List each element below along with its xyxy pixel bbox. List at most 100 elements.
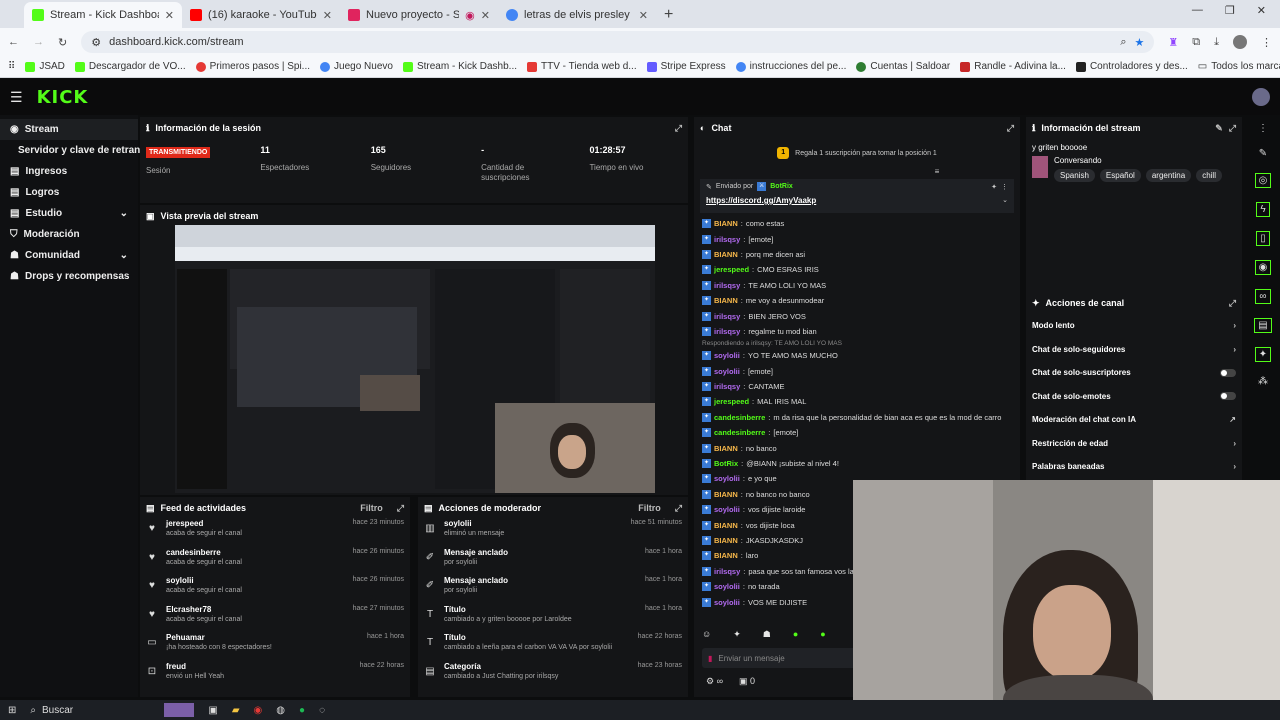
popout-icon[interactable]: ⤢ (1007, 123, 1014, 134)
sidebar-item-comunidad[interactable]: ☗ Comunidad ⌄ (0, 245, 138, 266)
activity-name[interactable]: Categoría (444, 662, 558, 671)
pinned-link[interactable]: https://discord.gg/AmyVaakp (706, 196, 816, 205)
activity-name[interactable]: Título (444, 605, 572, 614)
extension-icon[interactable]: ♜ (1168, 36, 1178, 49)
bookmark[interactable]: JSAD (25, 61, 65, 72)
close-tab-icon[interactable]: ✕ (323, 9, 332, 22)
all-bookmarks[interactable]: ▭Todos los marcadores (1198, 61, 1280, 72)
sidebar-item-logros[interactable]: ▤ Logros (0, 182, 138, 203)
chat-message[interactable]: ✦ BIANN: como estas (702, 216, 1012, 231)
chat-username[interactable]: soylolii (714, 598, 740, 607)
widget-icon[interactable] (164, 703, 195, 717)
activity-item[interactable]: T Título cambiado a leeña para el carbon… (418, 633, 688, 662)
subscribers-only-row[interactable]: Chat de solo-suscriptores (1026, 361, 1242, 385)
chat-username[interactable]: irilsqsy (714, 567, 740, 576)
sub-gift-prompt[interactable]: 1 Regala 1 suscripción para tomar la pos… (694, 139, 1020, 167)
chat-username[interactable]: BIANN (714, 250, 738, 259)
chat-username[interactable]: BIANN (714, 521, 738, 530)
activity-item[interactable]: ✐ Mensaje anclado por soylolii hace 1 ho… (418, 548, 688, 577)
activity-name[interactable]: Mensaje anclado (444, 576, 508, 585)
url-field[interactable]: ⚙ dashboard.kick.com/stream ⌕ ★ (81, 31, 1155, 53)
browser-tab[interactable]: (16) karaoke - YouTube ✕ (182, 2, 340, 28)
emotes-only-toggle[interactable] (1220, 392, 1236, 401)
chat-message[interactable]: ✦ soylolii: [emote] (702, 364, 1012, 379)
banned-words-row[interactable]: Palabras baneadas › (1026, 455, 1242, 479)
chat-message[interactable]: ✦ jerespeed: MAL IRIS MAL (702, 394, 1012, 409)
activity-item[interactable]: ♥ jerespeed acaba de seguir el canal hac… (140, 519, 410, 548)
forward-icon[interactable]: → (33, 36, 44, 48)
new-tab-button[interactable]: + (656, 6, 681, 28)
sidebar-item-ingresos[interactable]: ▤ Ingresos (0, 161, 138, 182)
bookmark[interactable]: Controladores y des... (1075, 61, 1188, 72)
expand-icon[interactable]: ⤢ (1229, 298, 1236, 309)
app-icon[interactable]: ◌ (319, 705, 325, 716)
chat-bubble-icon[interactable]: ◉ (1254, 260, 1272, 275)
expand-icon[interactable]: ⤢ (675, 503, 682, 514)
chat-username[interactable]: BIANN (714, 536, 738, 545)
stream-preview-video[interactable] (175, 225, 655, 493)
close-tab-icon[interactable]: ✕ (481, 9, 490, 22)
chat-message[interactable]: ✦ irilsqsy: [emote] (702, 231, 1012, 246)
bolt-icon[interactable]: ϟ (1256, 202, 1270, 217)
file-explorer-icon[interactable]: ▰ (232, 705, 240, 716)
activity-item[interactable]: ▤ Categoría cambiado a Just Chatting por… (418, 662, 688, 691)
browser-tab[interactable]: Nuevo proyecto - Studio ◉ ✕ (340, 2, 498, 28)
chat-message[interactable]: ✦ jerespeed: CMO ESRAS IRIS (702, 262, 1012, 277)
activity-name[interactable]: jerespeed (166, 519, 242, 528)
chat-username[interactable]: irilsqsy (714, 382, 740, 391)
chat-username[interactable]: BIANN (714, 551, 738, 560)
activity-item[interactable]: ♥ soylolii acaba de seguir el canal hace… (140, 576, 410, 605)
more-menu-icon[interactable]: ⋮ (1261, 36, 1272, 49)
chat-username[interactable]: BIANN (714, 219, 738, 228)
bookmark[interactable]: Randle - Adivina la... (960, 61, 1066, 72)
chat-username[interactable]: soylolii (714, 582, 740, 591)
bookmark[interactable]: TTV - Tienda web d... (527, 61, 637, 72)
maximize-icon[interactable]: ❐ (1225, 4, 1235, 17)
sidebar-item-estudio[interactable]: ▤ Estudio ⌄ (0, 203, 138, 224)
taskbar-search[interactable]: ⌕ Buscar (30, 705, 150, 716)
bookmark[interactable]: Stream - Kick Dashb... (402, 61, 517, 72)
edit-icon[interactable]: ✎ (1215, 123, 1223, 134)
chat-username[interactable]: BIANN (714, 444, 738, 453)
followers-only-row[interactable]: Chat de solo-seguidores › (1026, 338, 1242, 362)
bookmark[interactable]: Juego Nuevo (320, 61, 393, 72)
chat-message[interactable]: ✦ BIANN: me voy a desunmodear (702, 293, 1012, 308)
layout-icon[interactable]: ▤ (1254, 318, 1272, 333)
activity-name[interactable]: soylolii (444, 519, 504, 528)
chevron-down-icon[interactable]: ⌄ (1002, 196, 1008, 205)
chat-username[interactable]: soylolii (714, 367, 740, 376)
emote-icon[interactable]: ☗ (763, 629, 771, 640)
chat-message[interactable]: ✦ candesinberre: m da risa que la personal… (702, 410, 1012, 425)
bookmark[interactable]: Descargador de VO... (74, 61, 186, 72)
camera-icon[interactable]: ◎ (1254, 173, 1272, 188)
hamburger-menu-icon[interactable]: ☰ (10, 89, 23, 106)
sidebar-item-stream[interactable]: ◉ Stream (0, 119, 138, 140)
chat-message[interactable]: ✦ irilsqsy: BIEN JERO VOS (702, 308, 1012, 323)
emote-icon[interactable]: ● (820, 629, 825, 640)
activity-item[interactable]: T Título cambiado a y griten booooe por … (418, 605, 688, 634)
emote-icon[interactable]: ✦ (733, 629, 741, 640)
activity-name[interactable]: Mensaje anclado (444, 548, 508, 557)
bookmark-star-icon[interactable]: ★ (1135, 36, 1145, 49)
filter-button[interactable]: Filtro (638, 503, 661, 513)
chat-username[interactable]: irilsqsy (714, 235, 740, 244)
emote-icon[interactable]: ☺ (702, 629, 711, 640)
spotify-icon[interactable]: ● (299, 705, 305, 716)
sidebar-item-drops[interactable]: ☗ Drops y recompensas (0, 266, 138, 287)
activity-name[interactable]: Título (444, 633, 612, 642)
chat-message[interactable]: ✦ irilsqsy: CANTAME (702, 379, 1012, 394)
expand-icon[interactable]: ⤢ (1229, 123, 1236, 134)
chat-username[interactable]: BIANN (714, 296, 738, 305)
chrome-icon[interactable]: ◉ (254, 705, 263, 716)
download-icon[interactable]: ⤓ (1214, 36, 1219, 49)
chat-username[interactable]: irilsqsy (714, 312, 740, 321)
more-options-icon[interactable]: ⋮ (1001, 183, 1008, 191)
start-icon[interactable]: ⊞ (8, 705, 16, 716)
activity-item[interactable]: ✐ Mensaje anclado por soylolii hace 1 ho… (418, 576, 688, 605)
activity-item[interactable]: ▥ soylolii eliminó un mensaje hace 51 mi… (418, 519, 688, 548)
mic-icon[interactable]: ▮ (708, 654, 712, 663)
kick-logo[interactable]: KICK (37, 87, 89, 108)
subscribers-only-toggle[interactable] (1220, 368, 1236, 377)
chat-username[interactable]: soylolii (714, 505, 740, 514)
obs-icon[interactable]: ◍ (276, 705, 285, 716)
